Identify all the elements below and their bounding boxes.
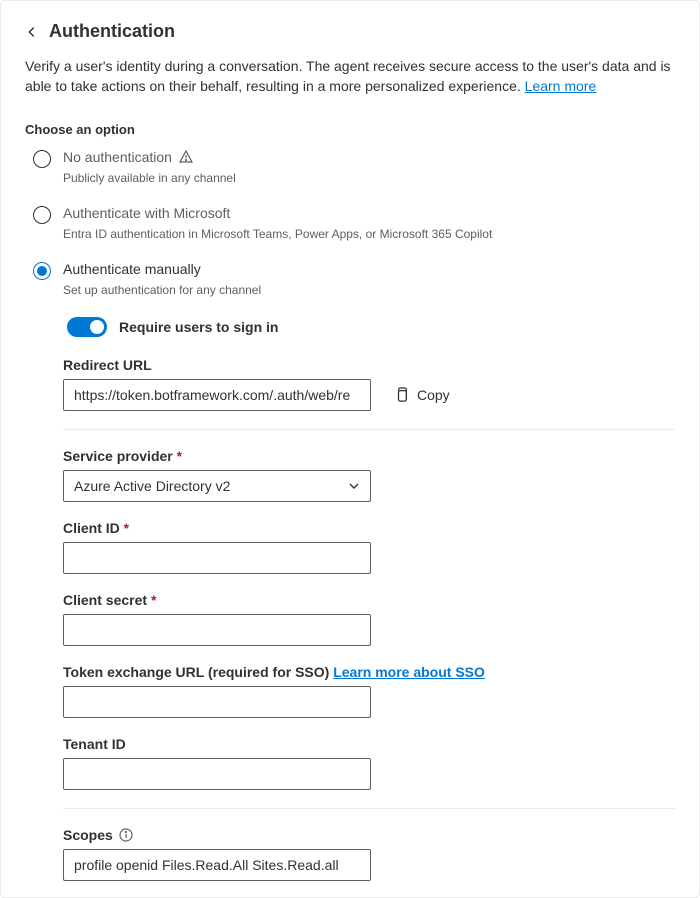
info-icon [119,828,133,842]
page-description: Verify a user's identity during a conver… [25,56,675,96]
option-microsoft[interactable]: Authenticate with Microsoft Entra ID aut… [33,205,675,241]
token-exchange-label: Token exchange URL (required for SSO) Le… [63,664,675,680]
require-signin-toggle[interactable] [67,317,107,337]
redirect-url-input[interactable] [63,379,371,411]
option-no-auth-title: No authentication [63,149,172,165]
client-id-input[interactable] [63,542,371,574]
redirect-url-label: Redirect URL [63,357,675,373]
option-no-auth[interactable]: No authentication Publicly available in … [33,149,675,185]
service-provider-select[interactable]: Azure Active Directory v2 [63,470,371,502]
choose-option-label: Choose an option [25,122,675,137]
radio-manual[interactable] [33,262,51,280]
radio-no-auth[interactable] [33,150,51,168]
client-secret-input[interactable] [63,614,371,646]
token-exchange-input[interactable] [63,686,371,718]
divider [63,808,675,809]
service-provider-value: Azure Active Directory v2 [74,478,230,494]
copy-label: Copy [417,387,450,403]
client-id-label: Client ID * [63,520,675,536]
tenant-id-label: Tenant ID [63,736,675,752]
option-microsoft-title: Authenticate with Microsoft [63,205,675,221]
sso-learn-more-link[interactable]: Learn more about SSO [333,664,485,680]
client-secret-label: Client secret * [63,592,675,608]
option-no-auth-sub: Publicly available in any channel [63,171,675,185]
service-provider-label: Service provider * [63,448,675,464]
scopes-input[interactable] [63,849,371,881]
warning-icon [178,149,194,165]
radio-microsoft[interactable] [33,206,51,224]
option-manual[interactable]: Authenticate manually Set up authenticat… [33,261,675,297]
option-microsoft-sub: Entra ID authentication in Microsoft Tea… [63,227,675,241]
learn-more-link[interactable]: Learn more [525,78,597,94]
divider [63,429,675,430]
chevron-down-icon [348,480,360,492]
back-chevron-icon[interactable] [25,25,39,39]
require-signin-label: Require users to sign in [119,319,278,335]
copy-button[interactable]: Copy [395,387,450,403]
option-manual-sub: Set up authentication for any channel [63,283,675,297]
copy-icon [395,387,409,403]
scopes-label: Scopes [63,827,675,843]
page-title: Authentication [49,21,175,42]
tenant-id-input[interactable] [63,758,371,790]
option-manual-title: Authenticate manually [63,261,675,277]
